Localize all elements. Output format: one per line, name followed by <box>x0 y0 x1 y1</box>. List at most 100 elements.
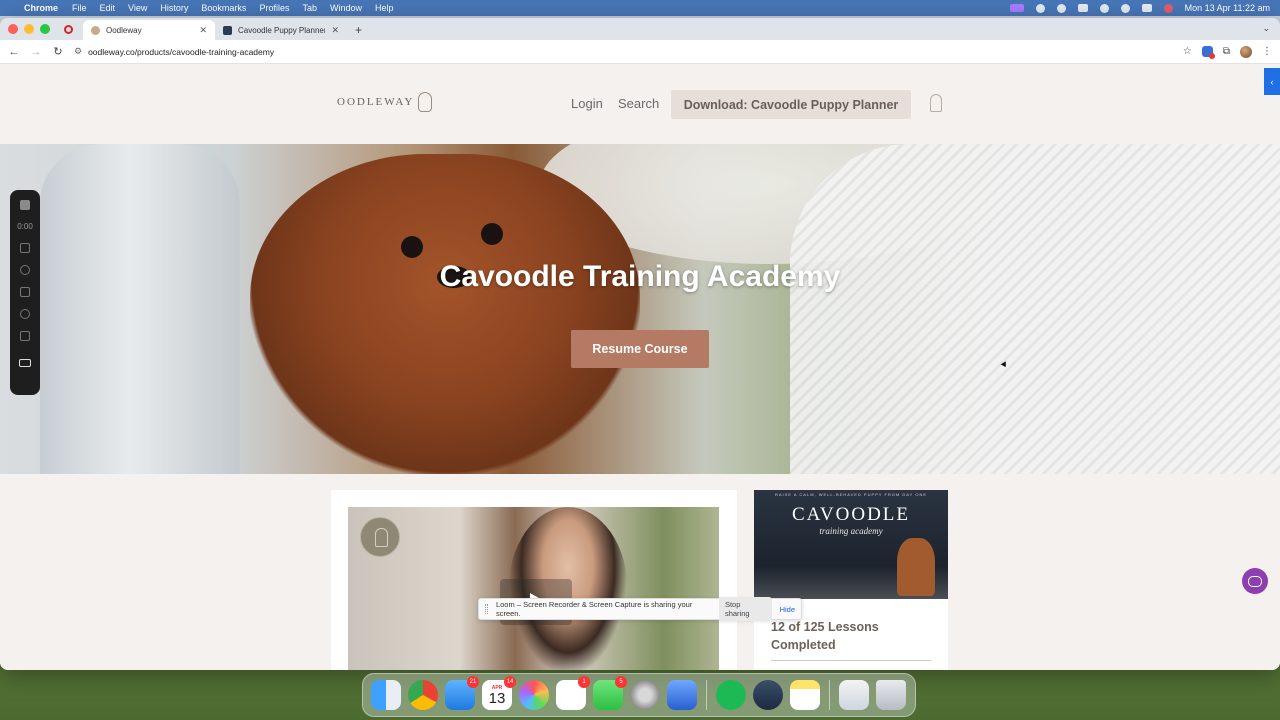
menu-tab[interactable]: Tab <box>302 3 317 13</box>
spotify-icon[interactable] <box>716 680 746 710</box>
loom-restart-icon[interactable] <box>20 265 30 275</box>
reminders-icon[interactable]: 1 <box>556 676 590 710</box>
downloads-folder-icon[interactable] <box>839 680 869 710</box>
tab-label: Cavoodle Puppy Planner Ma... <box>238 25 326 35</box>
close-tab-icon[interactable]: ✕ <box>199 25 207 36</box>
menu-history[interactable]: History <box>160 3 188 13</box>
zoom-window-button[interactable] <box>40 24 50 34</box>
hero-puppy-graphic <box>250 154 640 474</box>
lessons-progress-text: 12 of 125 Lessons Completed <box>771 620 879 652</box>
puppy-logo-icon <box>418 92 433 112</box>
oodleway-badge-icon <box>360 517 400 557</box>
site-logo[interactable]: OODLEWAY <box>337 92 433 112</box>
profile-avatar[interactable] <box>1240 45 1252 58</box>
calendar-day: 13 <box>488 689 506 707</box>
login-link[interactable]: Login <box>571 96 603 111</box>
extensions-puzzle-icon[interactable]: ⧉ <box>1223 46 1230 57</box>
address-bar[interactable]: ⚙ oodleway.co/products/cavoodle-training… <box>74 43 1173 61</box>
hero-sweater-graphic <box>790 144 1280 474</box>
graduate-puppy-graphic <box>897 538 935 596</box>
browser-window: Oodleway ✕ Cavoodle Puppy Planner Ma... … <box>0 18 1280 670</box>
wifi-icon[interactable] <box>1077 4 1088 12</box>
control-center-icon[interactable] <box>1141 4 1152 12</box>
side-panel-toggle-chevron-icon[interactable]: ‹ <box>1264 68 1280 95</box>
minimize-window-button[interactable] <box>24 24 34 34</box>
extension-icon[interactable] <box>1201 46 1215 59</box>
site-info-icon[interactable]: ⚙ <box>74 46 82 57</box>
url-text[interactable]: oodleway.co/products/cavoodle-training-a… <box>88 47 274 57</box>
menubar-clock[interactable]: Mon 13 Apr 11:22 am <box>1185 3 1270 13</box>
menu-help[interactable]: Help <box>375 3 394 13</box>
menu-app-name[interactable]: Chrome <box>24 3 58 13</box>
tab-strip: Oodleway ✕ Cavoodle Puppy Planner Ma... … <box>0 18 1280 40</box>
loom-draw-icon[interactable] <box>20 309 30 319</box>
account-icon[interactable] <box>930 94 942 112</box>
loom-status-icon[interactable] <box>1035 3 1045 13</box>
spotlight-search-icon[interactable] <box>1099 3 1109 13</box>
menu-file[interactable]: File <box>72 3 87 13</box>
messages-icon[interactable]: 5 <box>593 676 627 710</box>
screen-mirror-icon[interactable] <box>1009 4 1024 12</box>
drag-handle-icon[interactable] <box>485 604 488 614</box>
site-header: OODLEWAY Login Search Download: Cavoodle… <box>0 64 1280 144</box>
calendar-icon[interactable]: APR 13 14 <box>482 676 516 710</box>
menu-profiles[interactable]: Profiles <box>259 3 289 13</box>
search-link[interactable]: Search <box>618 96 659 111</box>
hero-vase-graphic <box>40 144 240 474</box>
oodleway-favicon-icon <box>91 25 100 35</box>
tab-puppy-planner[interactable]: Cavoodle Puppy Planner Ma... ✕ <box>215 20 347 40</box>
new-tab-button[interactable]: + <box>347 20 370 40</box>
lesson-video-player[interactable] <box>348 507 719 670</box>
tab-oodleway[interactable]: Oodleway ✕ <box>83 20 215 40</box>
finder-icon[interactable] <box>371 680 401 710</box>
photos-icon[interactable] <box>519 680 549 710</box>
course-progress-card: RAISE A CALM, WELL-BEHAVED PUPPY FROM DA… <box>754 490 948 670</box>
mac-dock: 21 APR 13 14 1 5 <box>362 673 916 717</box>
simulator-icon[interactable] <box>667 680 697 710</box>
time-machine-icon[interactable] <box>1120 3 1130 13</box>
download-planner-button[interactable]: Download: Cavoodle Puppy Planner <box>671 90 911 119</box>
menu-window[interactable]: Window <box>330 3 362 13</box>
close-tab-icon[interactable]: ✕ <box>331 25 339 36</box>
loom-pause-icon[interactable] <box>20 243 30 253</box>
course-thumbnail[interactable]: RAISE A CALM, WELL-BEHAVED PUPPY FROM DA… <box>754 490 948 599</box>
sharing-message: Loom – Screen Recorder & Screen Capture … <box>495 600 693 618</box>
browser-toolbar: ← → ↻ ⚙ oodleway.co/products/cavoodle-tr… <box>0 40 1280 64</box>
hide-notice-button[interactable]: Hide <box>780 605 795 614</box>
menu-edit[interactable]: Edit <box>100 3 116 13</box>
course-script: training academy <box>819 526 883 536</box>
close-window-button[interactable] <box>8 24 18 34</box>
puppy-eye-right <box>481 223 503 245</box>
puppy-eye-left <box>401 236 423 258</box>
focus-moon-icon[interactable] <box>1056 3 1066 13</box>
bookmark-star-icon[interactable]: ☆ <box>1183 46 1192 57</box>
trash-icon[interactable] <box>876 680 906 710</box>
loom-app-icon[interactable] <box>753 680 783 710</box>
web-page: OODLEWAY Login Search Download: Cavoodle… <box>0 64 1280 670</box>
stop-sharing-button[interactable]: Stop sharing <box>718 597 772 621</box>
loom-camera-icon[interactable] <box>19 359 31 367</box>
calendar-badge: 14 <box>504 676 516 688</box>
back-button[interactable]: ← <box>8 46 20 58</box>
notes-icon[interactable] <box>790 680 820 710</box>
mac-menu-bar: Chrome File Edit View History Bookmarks … <box>0 0 1280 16</box>
menu-view[interactable]: View <box>128 3 147 13</box>
mail-icon[interactable]: 21 <box>445 676 479 710</box>
browser-menu-icon[interactable]: ⋮ <box>1262 46 1272 57</box>
loom-delete-icon[interactable] <box>20 287 30 297</box>
dock-separator <box>706 680 707 710</box>
chrome-icon[interactable] <box>408 680 438 710</box>
chat-bubble-icon[interactable] <box>1242 568 1268 594</box>
system-settings-icon[interactable] <box>630 680 660 710</box>
reload-button[interactable]: ↻ <box>52 45 64 58</box>
siri-icon[interactable] <box>1163 3 1173 13</box>
resume-course-button[interactable]: Resume Course <box>571 330 709 368</box>
forward-button[interactable]: → <box>30 46 42 58</box>
loom-stop-icon[interactable] <box>20 200 30 210</box>
course-tagline: RAISE A CALM, WELL-BEHAVED PUPPY FROM DA… <box>774 492 928 497</box>
tab-search-chevron-icon[interactable]: ⌄ <box>1262 23 1270 34</box>
menu-bookmarks[interactable]: Bookmarks <box>201 3 246 13</box>
loom-grid-icon[interactable] <box>20 331 30 341</box>
mail-badge: 21 <box>467 676 479 688</box>
course-brand: CAVOODLE <box>791 504 911 525</box>
